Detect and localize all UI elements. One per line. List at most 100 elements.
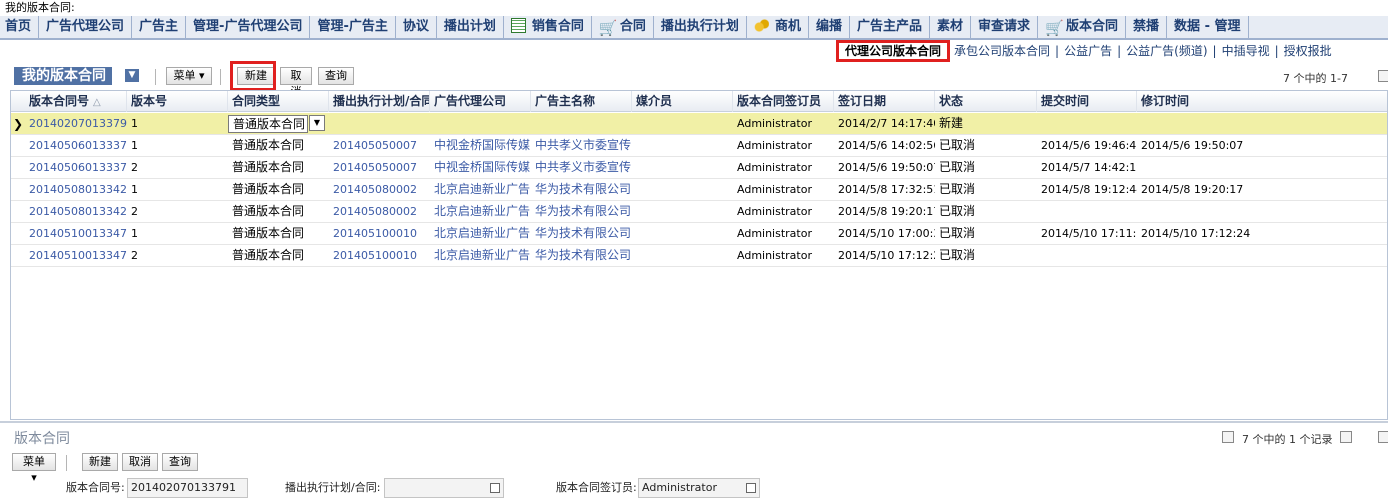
tab-label: 播出执行计划: [660, 19, 739, 34]
prev-record-button[interactable]: [1222, 431, 1234, 443]
subnav-public-ad[interactable]: 公益广告: [1064, 44, 1112, 58]
plan-link[interactable]: 201405080002: [329, 201, 430, 222]
tab-broadcast-execution-plan[interactable]: 播出执行计划: [654, 16, 747, 38]
tab-material[interactable]: 素材: [930, 16, 971, 38]
version-cell: 1: [131, 139, 138, 152]
column-header[interactable]: 广告代理公司: [430, 91, 531, 112]
tab-contract[interactable]: 🛒 合同: [592, 16, 654, 38]
tab-home[interactable]: 首页: [0, 16, 40, 38]
media-cell: [632, 135, 733, 156]
advertiser-link[interactable]: [531, 113, 632, 134]
agency-link[interactable]: 北京启迪新业广告: [430, 179, 531, 200]
advertiser-link[interactable]: 华为技术有限公司: [531, 245, 632, 266]
tab-ad-agency[interactable]: 广告代理公司: [39, 16, 133, 38]
column-header[interactable]: 修订时间: [1137, 91, 1387, 112]
plan-link[interactable]: 201405100010: [329, 223, 430, 244]
tab-broadcast-plan[interactable]: 播出计划: [437, 16, 504, 38]
page-nav-button[interactable]: [1378, 70, 1388, 82]
agency-link[interactable]: 中视金桥国际传媒: [430, 157, 531, 178]
column-header[interactable]: 版本合同签订员: [733, 91, 834, 112]
contract-no-link[interactable]: 201405060133371: [25, 135, 127, 156]
lookup-icon[interactable]: [746, 483, 756, 493]
tab-advertiser[interactable]: 广告主: [132, 16, 187, 38]
column-header[interactable]: 版本合同号 △: [25, 91, 127, 112]
advertiser-link[interactable]: 中共孝义市委宣传: [531, 157, 632, 178]
agency-link[interactable]: 北京启迪新业广告: [430, 245, 531, 266]
tab-label: 广告代理公司: [46, 19, 125, 34]
column-header[interactable]: 广告主名称: [531, 91, 632, 112]
contract-type-combo[interactable]: 普通版本合同: [228, 115, 308, 133]
column-header[interactable]: 合同类型: [228, 91, 329, 112]
contract-no-link[interactable]: 201405080133421: [25, 179, 127, 200]
table-row[interactable]: 201405080133421 2 普通版本合同 201405080002 北京…: [11, 201, 1387, 223]
detail-cancel-button[interactable]: 取消: [122, 453, 158, 471]
column-header[interactable]: 版本号: [127, 91, 228, 112]
tab-manage-advertiser[interactable]: 管理-广告主: [310, 16, 396, 38]
lookup-icon[interactable]: [490, 483, 500, 493]
advertiser-link[interactable]: 华为技术有限公司: [531, 179, 632, 200]
cancel-button[interactable]: 取消: [280, 67, 312, 98]
tab-sales-contract[interactable]: 销售合同: [504, 16, 592, 38]
column-header[interactable]: 状态: [935, 91, 1037, 112]
advertiser-link[interactable]: 华为技术有限公司: [531, 201, 632, 222]
contract-no-link[interactable]: 201405060133371: [25, 157, 127, 178]
table-row[interactable]: ❯ 201402070133791 1 普通版本合同 ▼ Administrat…: [11, 113, 1387, 135]
table-row[interactable]: 201405060133371 2 普通版本合同 201405050007 中视…: [11, 157, 1387, 179]
sign-date-cell: 2014/5/8 17:32:51: [838, 183, 935, 196]
tab-scheduling[interactable]: 编播: [809, 16, 850, 38]
contract-type-cell: 普通版本合同: [232, 248, 305, 262]
tab-advertiser-product[interactable]: 广告主产品: [850, 16, 930, 38]
column-header[interactable]: 签订日期: [834, 91, 935, 112]
query-button[interactable]: 查询: [318, 67, 354, 85]
view-dropdown-button[interactable]: ▼: [124, 68, 140, 83]
table-row[interactable]: 201405100133471 1 普通版本合同 201405100010 北京…: [11, 223, 1387, 245]
plan-link[interactable]: 201405050007: [329, 157, 430, 178]
menu-button[interactable]: 菜单 ▾: [166, 67, 212, 85]
tab-agreement[interactable]: 协议: [396, 16, 437, 38]
table-row[interactable]: 201405060133371 1 普通版本合同 201405050007 中视…: [11, 135, 1387, 157]
agency-link[interactable]: 北京启迪新业广告: [430, 201, 531, 222]
plan-link[interactable]: 201405050007: [329, 135, 430, 156]
detail-pager-text: 7 个中的 1 个记录: [1242, 433, 1333, 446]
tab-ban[interactable]: 禁播: [1126, 16, 1168, 38]
tab-version-contract[interactable]: 🛒 版本合同: [1038, 16, 1127, 38]
contract-no-field[interactable]: 201402070133791: [127, 478, 248, 498]
next-record-button[interactable]: [1340, 431, 1352, 443]
plan-link[interactable]: [329, 113, 430, 134]
tab-data-management[interactable]: 数据 - 管理: [1167, 16, 1249, 38]
sign-date-cell: 2014/2/7 14:17:40: [838, 117, 935, 130]
contract-no-link[interactable]: 201402070133791: [25, 113, 127, 134]
table-row[interactable]: 201405100133471 2 普通版本合同 201405100010 北京…: [11, 245, 1387, 267]
agency-link[interactable]: 北京启迪新业广告: [430, 223, 531, 244]
tab-manage-ad-agency[interactable]: 管理-广告代理公司: [186, 16, 311, 38]
contract-no-link[interactable]: 201405080133421: [25, 201, 127, 222]
agency-link[interactable]: [430, 113, 531, 134]
table-row[interactable]: 201405080133421 1 普通版本合同 201405080002 北京…: [11, 179, 1387, 201]
sign-date-cell: 2014/5/6 14:02:56: [838, 139, 935, 152]
toolbar-divider: [66, 455, 67, 471]
detail-menu-button[interactable]: 菜单 ▾: [12, 453, 56, 484]
signer-field[interactable]: Administrator: [638, 478, 760, 498]
advertiser-link[interactable]: 中共孝义市委宣传: [531, 135, 632, 156]
detail-query-button[interactable]: 查询: [162, 453, 198, 471]
subnav-contractor-version-contract[interactable]: 承包公司版本合同: [954, 44, 1050, 58]
column-header[interactable]: 播出执行计划/合同: [329, 91, 430, 112]
contract-no-link[interactable]: 201405100133471: [25, 223, 127, 244]
subnav-public-ad-channel[interactable]: 公益广告(频道): [1126, 44, 1207, 58]
subnav-insert-guide[interactable]: 中插导视: [1222, 44, 1270, 58]
column-header[interactable]: 提交时间: [1037, 91, 1137, 112]
advertiser-link[interactable]: 华为技术有限公司: [531, 223, 632, 244]
subnav-agency-version-contract[interactable]: 代理公司版本合同: [836, 40, 951, 62]
chevron-down-icon[interactable]: ▼: [309, 115, 325, 131]
detail-nav-button[interactable]: [1378, 431, 1388, 443]
plan-link[interactable]: 201405100010: [329, 245, 430, 266]
contract-no-link[interactable]: 201405100133471: [25, 245, 127, 266]
agency-link[interactable]: 中视金桥国际传媒: [430, 135, 531, 156]
detail-new-button[interactable]: 新建: [82, 453, 118, 471]
tab-opportunity[interactable]: 商机: [747, 16, 809, 38]
plan-link[interactable]: 201405080002: [329, 179, 430, 200]
subnav-authorization[interactable]: 授权报批: [1284, 44, 1332, 58]
plan-field[interactable]: [384, 478, 504, 498]
tab-review-request[interactable]: 审查请求: [971, 16, 1039, 38]
column-header[interactable]: 媒介员: [632, 91, 733, 112]
